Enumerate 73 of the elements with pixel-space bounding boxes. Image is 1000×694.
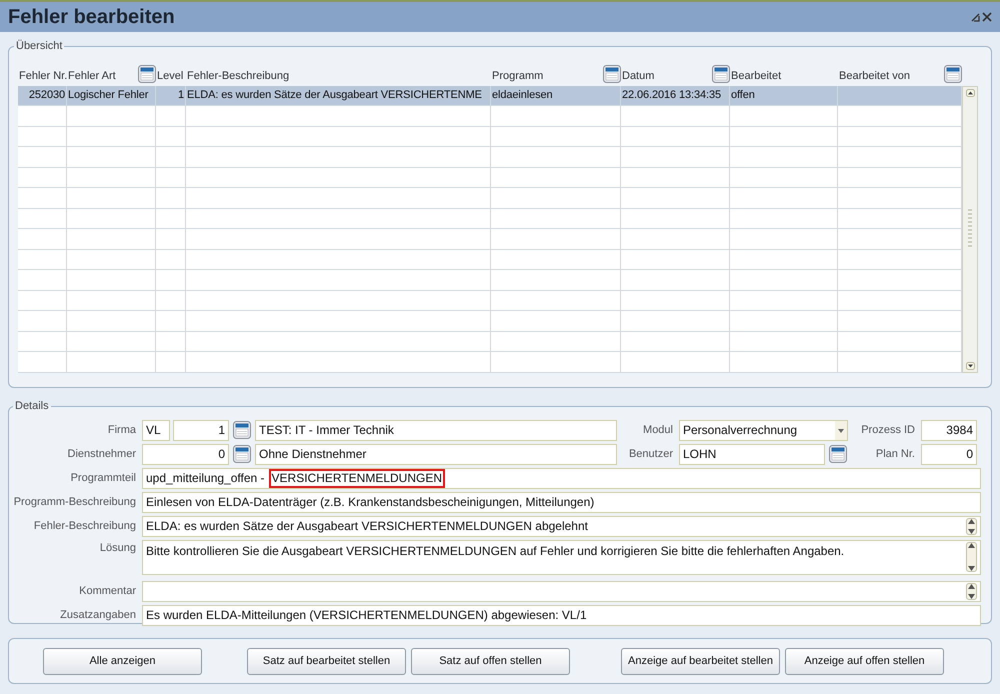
number-field[interactable]: 0 <box>142 444 229 464</box>
column-header[interactable]: Fehler-Beschreibung <box>186 66 491 86</box>
calendar-button[interactable] <box>232 420 252 440</box>
user-field[interactable]: LOHN <box>679 444 825 464</box>
action-button[interactable]: Alle anzeigen <box>43 648 202 674</box>
table-row[interactable]: 252030 Logischer Fehler 1 ELDA: es wurden Sätze der Ausgabeart VERSICHERTENME eldaeinlesen 22.06.2016 13:34:35 offen <box>18 86 962 106</box>
up-arrow-icon[interactable] <box>966 88 974 96</box>
field-label: Prozess ID <box>861 422 915 438</box>
spin-buttons[interactable] <box>966 518 977 534</box>
text-field[interactable]: upd_mitteilung_offen - VERSICHERTENMELDUNGEN <box>142 468 981 488</box>
column-header[interactable]: Datum <box>621 66 730 86</box>
text-field[interactable]: ELDA: es wurden Sätze der Ausgabeart VERSICHERTENMELDUNGEN abgelehnt <box>142 516 981 536</box>
field-value: Es wurden ELDA-Mitteilungen (VERSICHERTENMELDUNGEN) abgewiesen: VL/1 <box>146 607 587 624</box>
text-field[interactable]: Einlesen von ELDA-Datenträger (z.B. Krankenstandsbescheinigungen, Mitteilungen) <box>142 492 981 512</box>
action-button[interactable]: Satz auf offen stellen <box>411 648 570 674</box>
number-field[interactable]: 0 <box>921 444 977 464</box>
highlight-box: VERSICHERTENMELDUNGEN <box>268 468 446 488</box>
field-label: Fehler-Beschreibung <box>34 518 136 534</box>
field-label: Zusatzangaben <box>60 608 136 623</box>
table-cell <box>156 352 186 372</box>
field-label: Lösung <box>100 540 136 556</box>
text-area[interactable]: Bitte kontrollieren Sie die Ausgabeart VERSICHERTENMELDUNGEN auf Fehler und korrigieren Sie bitte die fehlerhaften Angaben. <box>142 540 981 574</box>
column-header[interactable]: Programm <box>491 66 621 86</box>
text-field[interactable] <box>142 580 981 602</box>
column-header[interactable]: Bearbeitet von <box>838 66 962 86</box>
down-arrow-icon[interactable] <box>966 362 974 370</box>
field-label: Plan Nr. <box>876 446 915 462</box>
column-header[interactable]: Bearbeitet <box>730 66 838 86</box>
up-arrow-icon[interactable] <box>968 542 975 548</box>
field-value: upd_mitteilung_offen - <box>146 470 265 487</box>
field-label: Benutzer <box>628 446 673 462</box>
down-arrow-icon[interactable] <box>968 594 975 598</box>
field-label: Programmteil <box>70 470 136 486</box>
window-title: Fehler bearbeiten <box>8 5 175 30</box>
field-label: Dienstnehmer <box>68 446 136 462</box>
field-label: Kommentar <box>79 584 136 599</box>
dropdown[interactable]: Personalverrechnung <box>679 420 848 440</box>
scrollbar[interactable] <box>962 86 978 372</box>
caret-icon <box>835 420 847 440</box>
panel-legend: Übersicht <box>14 38 64 54</box>
spin-buttons[interactable] <box>966 582 977 600</box>
calendar-button[interactable] <box>602 64 621 84</box>
field-label: Modul <box>643 422 673 438</box>
calendar-button[interactable] <box>943 64 962 84</box>
name-field[interactable]: TEST: IT - Immer Technik <box>255 420 617 440</box>
up-arrow-icon[interactable] <box>968 584 975 588</box>
calendar-button[interactable] <box>137 64 156 84</box>
calendar-button[interactable] <box>232 444 252 464</box>
number-field[interactable]: 3984 <box>921 420 977 440</box>
name-field[interactable]: Ohne Dienstnehmer <box>255 444 617 464</box>
close-icon[interactable] <box>982 12 992 22</box>
table-cell <box>18 352 67 372</box>
field-value: Einlesen von ELDA-Datenträger (z.B. Krankenstandsbescheinigungen, Mitteilungen) <box>146 494 594 511</box>
action-button[interactable]: Anzeige auf offen stellen <box>785 648 944 674</box>
arrow-icon[interactable] <box>971 12 980 22</box>
spin-buttons[interactable] <box>966 542 977 572</box>
up-arrow-icon[interactable] <box>968 518 975 524</box>
text-field[interactable]: Es wurden ELDA-Mitteilungen (VERSICHERTENMELDUNGEN) abgewiesen: VL/1 <box>142 604 981 626</box>
action-button[interactable]: Anzeige auf bearbeitet stellen <box>621 648 780 674</box>
field-label: Firma <box>108 422 136 438</box>
calendar-button[interactable] <box>711 64 730 84</box>
number-field[interactable]: 1 <box>173 420 229 440</box>
action-button[interactable]: Satz auf bearbeitet stellen <box>247 648 406 674</box>
column-header[interactable]: Fehler Nr. <box>18 66 67 86</box>
down-arrow-icon[interactable] <box>968 528 975 534</box>
field-label: Programm-Beschreibung <box>14 494 136 510</box>
down-arrow-icon[interactable] <box>968 566 975 570</box>
column-header[interactable]: Fehler Art <box>67 66 156 86</box>
column-header[interactable]: Level <box>156 66 186 86</box>
code-field[interactable]: VL <box>142 420 170 440</box>
grip-icon[interactable] <box>967 209 973 249</box>
panel-legend: Details <box>13 398 51 414</box>
calendar-button[interactable] <box>828 444 848 464</box>
